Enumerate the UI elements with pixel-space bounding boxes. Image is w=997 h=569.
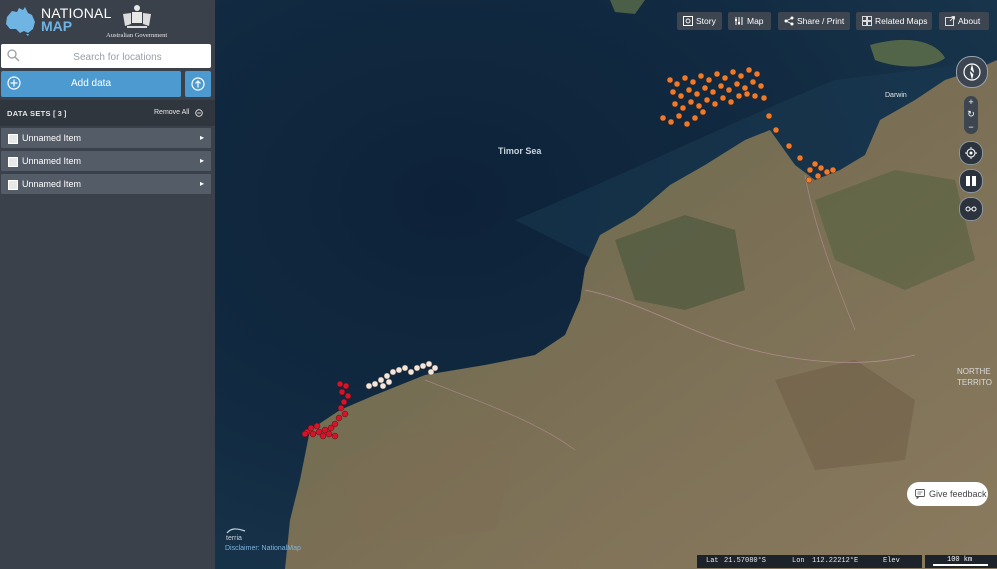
location-search[interactable] [1,44,212,70]
story-icon [683,16,693,26]
dataset-item[interactable]: Unnamed Item ▸ [1,151,211,171]
lon-value: 112.22212°E [812,557,859,565]
add-data-button[interactable]: Add data [1,71,181,97]
disclaimer-link[interactable]: Disclaimer: NationalMap [225,545,301,552]
dataset-checkbox[interactable] [8,180,18,190]
story-button[interactable]: Story [677,12,722,30]
external-link-icon [945,16,955,26]
terria-label: terria [226,535,242,542]
locate-icon [965,147,977,159]
sidebar: NATIONAL MAP Australian Government Add d… [0,0,216,569]
brand-header: NATIONAL MAP Australian Government [0,0,215,42]
measure-tool-button[interactable] [959,197,983,221]
lat-label: Lat [706,557,719,565]
upload-icon [191,77,205,91]
grid-icon [862,16,872,26]
chevron-right-icon[interactable]: ▸ [200,179,204,188]
darwin-label: Darwin [885,92,907,99]
sliders-icon [735,17,743,25]
datasets-header: DATA SETS [ 3 ] Remove All [0,100,215,126]
give-feedback-button[interactable]: Give feedback [907,482,988,506]
add-data-row: Add data [0,71,215,98]
search-icon [7,49,20,62]
coat-of-arms-icon [123,5,151,28]
upload-button[interactable] [185,71,211,97]
chevron-right-icon[interactable]: ▸ [200,156,204,165]
northern-territory-label: NORTHE TERRITO [957,366,992,388]
lat-value: 21.57080°S [724,557,767,565]
location-status-bar: Lat 21.57080°S Lon 112.22212°E Elev [697,555,922,568]
timor-sea-label: Timor Sea [498,146,542,156]
share-print-button[interactable]: Share / Print [778,12,850,30]
zoom-controls: + ↻ − [964,96,978,134]
terria-logo[interactable]: terria [226,527,246,542]
scale-label: 100 km [947,556,973,564]
nt-label-line2: TERRITO [957,378,992,387]
map-settings-button[interactable]: Map [728,12,771,30]
zoom-in-button[interactable]: + [964,96,978,108]
satellite-basemap[interactable] [215,0,997,569]
elev-label: Elev [883,557,900,565]
split-screen-icon [966,176,976,186]
split-view-button[interactable] [959,169,983,193]
scale-line [933,564,988,566]
measure-icon [965,206,977,212]
reset-zoom-button[interactable]: ↻ [964,108,978,121]
remove-all-button[interactable]: Remove All [154,109,189,116]
dataset-checkbox[interactable] [8,134,18,144]
dataset-item-label: Unnamed Item [22,179,82,189]
datasets-title: DATA SETS [7,109,51,118]
map-viewport[interactable]: Timor Sea Darwin NORTHE TERRITO Story Ma… [215,0,997,569]
australia-map-icon [6,7,35,36]
government-label: Australian Government [106,32,168,39]
dataset-item-label: Unnamed Item [22,156,82,166]
lon-label: Lon [792,557,805,565]
national-map-logo[interactable]: NATIONAL MAP [41,6,112,33]
related-maps-button[interactable]: Related Maps [856,12,932,30]
about-button[interactable]: About [939,12,989,30]
compass-icon [963,63,981,81]
share-icon [784,16,794,26]
dataset-checkbox[interactable] [8,157,18,167]
feedback-icon [915,489,925,499]
search-input[interactable] [23,44,212,70]
terria-wave-icon [226,528,246,534]
nt-label-line1: NORTHE [957,367,991,376]
datasets-count: [ 3 ] [53,109,67,118]
compass-control[interactable] [956,56,988,88]
scale-bar: 100 km [925,555,997,568]
dataset-item-label: Unnamed Item [22,133,82,143]
chevron-right-icon[interactable]: ▸ [200,133,204,142]
dataset-item[interactable]: Unnamed Item ▸ [1,174,211,194]
add-data-label: Add data [70,78,112,89]
remove-all-icon[interactable] [195,109,203,117]
dataset-item[interactable]: Unnamed Item ▸ [1,128,211,148]
my-location-button[interactable] [959,141,983,165]
zoom-out-button[interactable]: − [964,121,978,133]
